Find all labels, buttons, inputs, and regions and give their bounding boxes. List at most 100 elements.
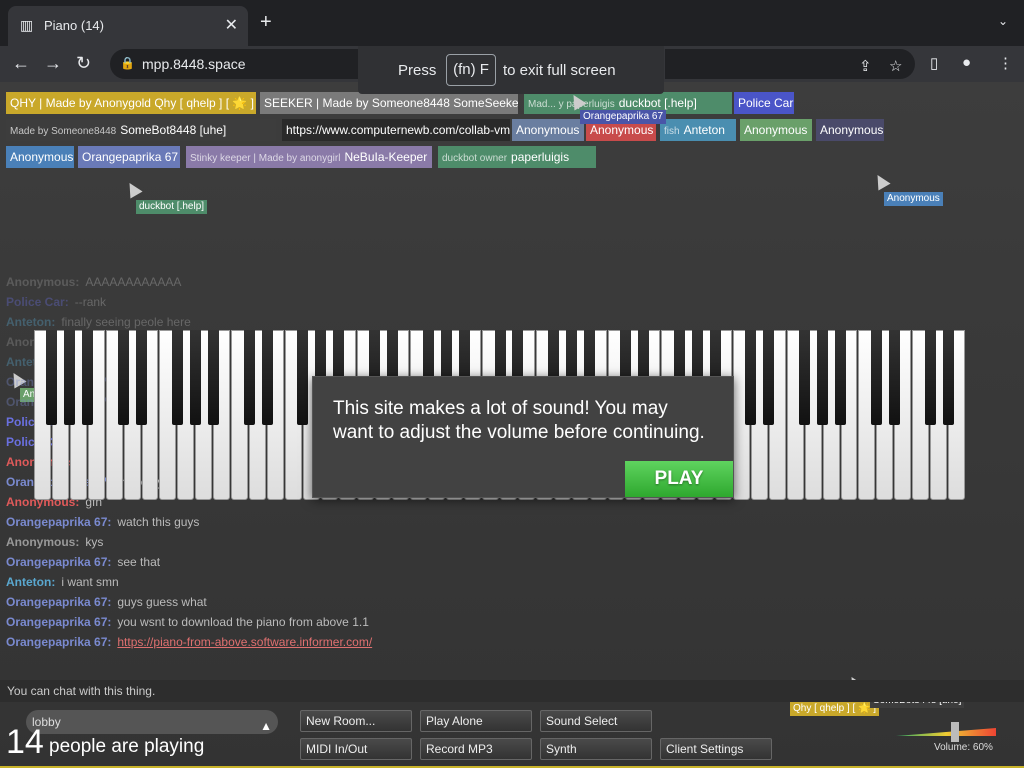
chat-text: --rank <box>74 295 107 309</box>
chat-text: kys <box>85 535 104 549</box>
chat-text: finally seeing peole here <box>61 315 191 329</box>
black-key[interactable] <box>888 330 900 425</box>
chat-message: Anonymous: kys <box>6 532 566 552</box>
black-key[interactable] <box>171 330 183 425</box>
chat-author: Orangepaprika 67: <box>6 515 112 529</box>
participant-tag[interactable]: Orangepaprika 67 <box>78 146 180 168</box>
participant-name: Anonymous <box>820 123 884 137</box>
fullscreen-banner: Press (fn) F to exit full screen <box>358 46 664 94</box>
sound-warning-modal: This site makes a lot of sound! You may … <box>312 376 734 498</box>
address-bar-right[interactable]: ⇪ ☆ <box>665 49 915 79</box>
black-key[interactable] <box>136 330 148 425</box>
black-key[interactable] <box>835 330 847 425</box>
black-key[interactable] <box>243 330 255 425</box>
black-key[interactable] <box>82 330 94 425</box>
address-bar[interactable]: 🔒 mpp.8448.space <box>110 49 360 79</box>
participant-tag[interactable]: Anonymous <box>512 119 584 141</box>
black-key[interactable] <box>942 330 954 425</box>
participant-name: Orangepaprika 67 <box>82 150 179 164</box>
black-key[interactable] <box>297 330 309 425</box>
black-key[interactable] <box>189 330 201 425</box>
volume-track <box>896 728 996 736</box>
participant-name: QHY | Made by Anonygold Qhy [ qhelp ] [ … <box>10 96 254 110</box>
fullscreen-text-before: Press <box>398 62 437 79</box>
participant-tag[interactable]: Police Car <box>734 92 794 114</box>
sound-select-button[interactable]: Sound Select <box>540 710 652 732</box>
tab-title: Piano (14) <box>44 18 104 33</box>
chat-message: Orangepaprika 67: you wsnt to download th… <box>6 612 566 632</box>
profile-icon[interactable]: ● <box>962 54 971 71</box>
participant-name: Anonymous <box>590 123 654 137</box>
black-key[interactable] <box>64 330 76 425</box>
black-key[interactable] <box>46 330 58 425</box>
participant-tag[interactable]: fish Anteton <box>660 119 736 141</box>
chat-text: i want smn <box>61 575 119 589</box>
chat-text: see that <box>117 555 161 569</box>
participant-tag[interactable]: duckbot owner paperluigis <box>438 146 596 168</box>
participant-name: NeBuIa-Keeper <box>344 150 428 164</box>
participant-tag[interactable]: Anonymous <box>740 119 812 141</box>
close-tab-icon[interactable]: ✕ <box>225 15 238 35</box>
chat-input[interactable]: You can chat with this thing. <box>0 680 1024 702</box>
lock-icon: 🔒 <box>120 56 135 70</box>
chevron-up-icon[interactable]: ▲ <box>260 714 272 738</box>
participant-tag[interactable]: QHY | Made by Anonygold Qhy [ qhelp ] [ … <box>6 92 256 114</box>
volume-knob[interactable] <box>951 722 960 742</box>
cursor-label: Anonymous <box>884 192 943 206</box>
room-selector[interactable]: lobby ▲ <box>26 710 278 734</box>
participant-tag-subtitle: Made by Someone8448 <box>10 126 117 137</box>
participant-tag[interactable]: Stinky keeper | Made by anonygirl NeBuIa-… <box>186 146 432 168</box>
black-key[interactable] <box>261 330 273 425</box>
chat-author: Orangepaprika 67: <box>6 555 112 569</box>
chat-message: Orangepaprika 67: https://piano-from-abov… <box>6 632 566 652</box>
black-key[interactable] <box>870 330 882 425</box>
participant-tag[interactable]: Made by Someone8448 SomeBot8448 [uhe] <box>6 119 276 141</box>
black-key[interactable] <box>817 330 829 425</box>
share-icon[interactable]: ⇪ <box>859 57 872 75</box>
cursor-arrow-icon <box>871 171 891 191</box>
black-key[interactable] <box>799 330 811 425</box>
midi-button[interactable]: MIDI In/Out <box>300 738 412 760</box>
fullscreen-text-after: to exit full screen <box>503 62 616 79</box>
black-key[interactable] <box>207 330 219 425</box>
bookmark-star-icon[interactable]: ☆ <box>889 57 902 75</box>
participant-name: https://www.computernewb.com/collab-vm/#… <box>286 123 510 137</box>
participant-tag[interactable]: SEEKER | Made by Someone8448 SomeSeeker8… <box>260 92 518 114</box>
back-icon[interactable]: ← <box>12 52 30 74</box>
participant-name: Anteton <box>683 123 725 137</box>
sidepanel-icon[interactable]: ▯ <box>930 54 938 72</box>
participant-tag-subtitle: Stinky keeper | Made by anonygirl <box>190 153 341 164</box>
participant-tag[interactable]: Anonymous <box>6 146 74 168</box>
new-room-button[interactable]: New Room... <box>300 710 412 732</box>
new-tab-button[interactable]: + <box>260 12 272 32</box>
black-key[interactable] <box>924 330 936 425</box>
black-key[interactable] <box>763 330 775 425</box>
participant-name: SEEKER | Made by Someone8448 SomeSeeker8… <box>264 96 518 110</box>
tab-search-icon[interactable]: ⌄ <box>998 14 1008 28</box>
url-text: mpp.8448.space <box>142 56 246 72</box>
chat-message: Orangepaprika 67: see that <box>6 552 566 572</box>
synth-button[interactable]: Synth <box>540 738 652 760</box>
forward-icon[interactable]: → <box>44 52 62 74</box>
screen: ▥ Piano (14) ✕ + ⌄ ← → ↻ 🔒 mpp.8448.spac… <box>0 0 1024 768</box>
volume-slider[interactable]: Volume: 60% <box>896 722 996 753</box>
black-key[interactable] <box>745 330 757 425</box>
chat-text: you wsnt to download the piano from abov… <box>117 615 369 629</box>
play-alone-button[interactable]: Play Alone <box>420 710 532 732</box>
cursor-arrow-icon <box>123 179 143 199</box>
play-button[interactable]: PLAY <box>625 461 733 497</box>
record-mp3-button[interactable]: Record MP3 <box>420 738 532 760</box>
cursor-label: Orangepaprika 67 <box>580 110 667 124</box>
client-settings-button[interactable]: Client Settings <box>660 738 772 760</box>
reload-icon[interactable]: ↻ <box>76 52 91 74</box>
chat-author: Anonymous: <box>6 535 80 549</box>
menu-kebab-icon[interactable]: ⋮ <box>998 54 1013 72</box>
participant-tag[interactable]: https://www.computernewb.com/collab-vm/#… <box>282 119 510 141</box>
browser-tab[interactable]: ▥ Piano (14) ✕ <box>8 6 248 46</box>
participant-tag[interactable]: Anonymous <box>816 119 884 141</box>
modal-message: This site makes a lot of sound! You may … <box>333 398 705 443</box>
black-key[interactable] <box>118 330 130 425</box>
cursor-label: duckbot [.help] <box>136 200 208 214</box>
chat-message: Anonymous: AAAAAAAAAAAA <box>6 272 566 292</box>
chat-link[interactable]: https://piano-from-above.software.inform… <box>117 635 372 649</box>
